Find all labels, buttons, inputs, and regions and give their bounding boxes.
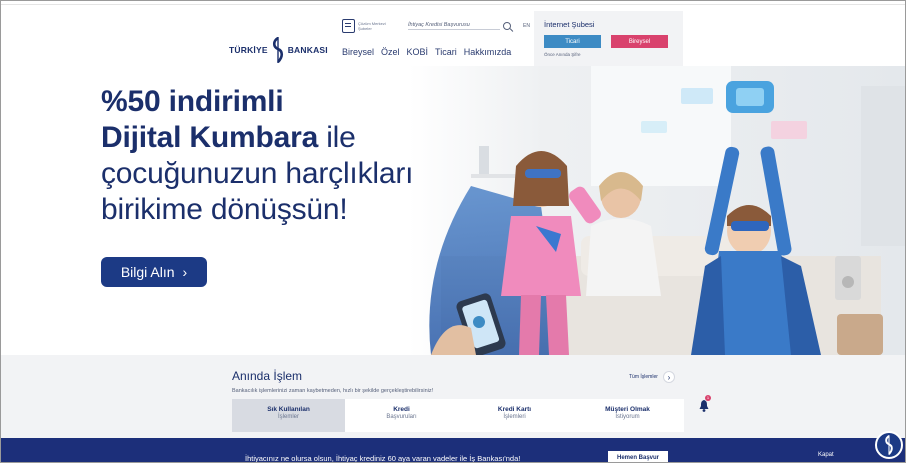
search-icon[interactable] bbox=[503, 22, 511, 30]
language-switch[interactable]: EN bbox=[523, 23, 530, 29]
promo-bar: İhtiyacınız ne olursa olsun, İhtiyaç kre… bbox=[1, 438, 905, 463]
all-transactions-link[interactable]: Tüm İşlemler › bbox=[629, 371, 675, 383]
logo-text-right: BANKASI bbox=[287, 45, 328, 55]
hero-line-1: %50 indirimli bbox=[101, 85, 284, 118]
tab-loan[interactable]: Kredi Başvuruları bbox=[345, 399, 458, 432]
page-frame: Çözüm Merkezi Şubeler İhtiyaç Kredisi Ba… bbox=[0, 0, 906, 463]
promo-text: İhtiyacınız ne olursa olsun, İhtiyaç kre… bbox=[245, 454, 521, 463]
quick-actions-subtitle: Bankacılık işlemlerinizi zaman kaybetmed… bbox=[232, 388, 434, 394]
learn-more-label: Bilgi Alın bbox=[120, 264, 175, 280]
tab-become-customer-sub: İstiyorum bbox=[615, 414, 640, 420]
nav-item-ozel[interactable]: Özel bbox=[381, 47, 400, 57]
apply-now-button[interactable]: Hemen Başvur bbox=[608, 451, 668, 462]
tab-credit-card[interactable]: Kredi Kartı İşlemleri bbox=[458, 399, 571, 432]
search-input[interactable]: İhtiyaç Kredisi Başvurusu bbox=[408, 22, 500, 30]
hero-line-2-rest: ile bbox=[318, 121, 356, 154]
close-promo-button[interactable]: Kapat bbox=[818, 452, 834, 458]
main-nav: Bireysel Özel KOBİ Ticari Hakkımızda bbox=[342, 47, 511, 57]
hero-banner: %50 indirimli Dijital Kumbara ile çocuğu… bbox=[1, 66, 905, 355]
branch-icon[interactable] bbox=[342, 19, 355, 33]
hero-line-2: Dijital Kumbara ile bbox=[101, 120, 413, 156]
tab-frequent-title: Sık Kullanılan bbox=[267, 406, 310, 413]
chat-assistant-icon[interactable] bbox=[875, 431, 903, 459]
hero-line-4: birikime dönüşsün! bbox=[101, 193, 348, 226]
tab-become-customer-title: Müşteri Olmak bbox=[605, 406, 650, 413]
nav-item-hakkimizda[interactable]: Hakkımızda bbox=[464, 47, 512, 57]
nav-item-ticari[interactable]: Ticari bbox=[435, 47, 457, 57]
hero-line-3: çocuğunuzun harçlıkları bbox=[101, 157, 414, 190]
chevron-right-icon: › bbox=[182, 264, 188, 280]
all-transactions-label: Tüm İşlemler bbox=[629, 374, 658, 380]
learn-more-button[interactable]: Bilgi Alın › bbox=[101, 257, 207, 287]
bank-logo[interactable]: TÜRKİYE BANKASI bbox=[229, 37, 328, 63]
instant-password-link[interactable]: Önce Anında Şifre bbox=[544, 52, 673, 57]
chevron-right-icon: › bbox=[662, 371, 675, 383]
notification-bell-icon[interactable]: 1 bbox=[699, 395, 711, 412]
utility-bar: Çözüm Merkezi Şubeler İhtiyaç Kredisi Ba… bbox=[342, 19, 530, 33]
notification-badge: 1 bbox=[705, 395, 711, 401]
nav-item-bireysel[interactable]: Bireysel bbox=[342, 47, 374, 57]
site-header: Çözüm Merkezi Şubeler İhtiyaç Kredisi Ba… bbox=[1, 5, 905, 69]
quick-actions-title: Anında İşlem bbox=[232, 369, 303, 383]
tab-frequent[interactable]: Sık Kullanılan İşlemler bbox=[232, 399, 345, 432]
ticari-login-button[interactable]: Ticari bbox=[544, 35, 601, 48]
call-center-label[interactable]: Çözüm Merkezi Şubeler bbox=[358, 21, 388, 31]
tab-frequent-sub: İşlemler bbox=[277, 414, 299, 420]
internet-banking-title: İnternet Şubesi bbox=[544, 20, 595, 29]
logo-mark-icon bbox=[270, 37, 286, 63]
tab-loan-title: Kredi bbox=[393, 406, 410, 413]
tab-become-customer[interactable]: Müşteri Olmak İstiyorum bbox=[571, 399, 684, 432]
internet-banking-panel: İnternet Şubesi Ticari Bireysel Önce Anı… bbox=[534, 11, 683, 69]
hero-headline: %50 indirimli Dijital Kumbara ile çocuğu… bbox=[101, 84, 413, 228]
tab-loan-sub: Başvuruları bbox=[386, 414, 417, 420]
internet-banking-buttons: Ticari Bireysel bbox=[544, 35, 673, 48]
tab-credit-card-sub: İşlemleri bbox=[503, 414, 526, 420]
bireysel-login-button[interactable]: Bireysel bbox=[611, 35, 668, 48]
tab-credit-card-title: Kredi Kartı bbox=[497, 406, 532, 413]
quick-actions-section: Anında İşlem Bankacılık işlemlerinizi za… bbox=[1, 355, 905, 438]
quick-actions-tabs: Sık Kullanılan İşlemler Kredi Başvurular… bbox=[232, 399, 684, 432]
logo-text-left: TÜRKİYE bbox=[229, 45, 268, 55]
nav-item-kobi[interactable]: KOBİ bbox=[407, 47, 429, 57]
hero-line-2-bold: Dijital Kumbara bbox=[101, 121, 319, 154]
